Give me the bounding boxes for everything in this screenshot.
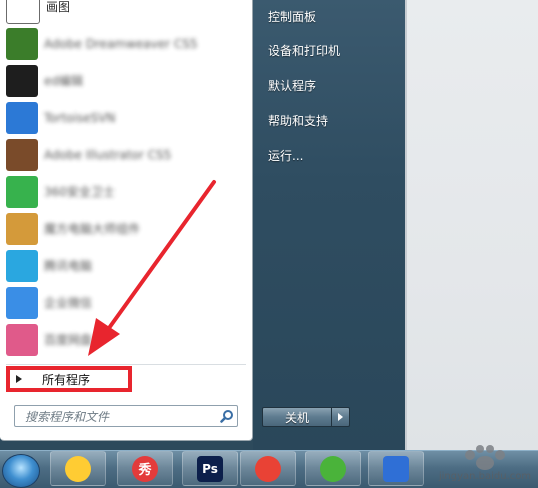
taskbar-button[interactable]	[368, 451, 424, 486]
wps-icon	[383, 455, 409, 482]
desktop-divider	[405, 0, 407, 450]
app-icon	[6, 64, 38, 97]
program-item[interactable]: Adobe Dreamweaver CS5	[0, 25, 252, 62]
program-label: 腾讯电脑	[44, 259, 93, 273]
paw-logo-icon	[465, 445, 505, 470]
photoshop-icon: Ps	[197, 455, 223, 482]
start-menu: 画图 Adobe Dreamweaver CS5 ed编辑 TortoiseSVN Ad…	[0, 0, 405, 450]
program-label: 画图	[46, 0, 71, 14]
green-shield-icon	[6, 175, 38, 208]
help-support-link[interactable]: 帮助和支持	[268, 112, 328, 129]
program-label: 魔方电脑大师组件	[44, 222, 141, 236]
triangle-right-icon	[16, 375, 22, 383]
wecom-icon	[6, 286, 38, 319]
taskbar-button[interactable]: Ps	[182, 451, 238, 486]
ie-refresh-icon	[320, 455, 346, 482]
all-programs-label: 所有程序	[42, 372, 91, 387]
search-icon[interactable]	[217, 406, 237, 426]
devices-printers-link[interactable]: 设备和打印机	[268, 42, 340, 59]
program-item[interactable]: ed编辑	[0, 62, 252, 99]
taskbar-button[interactable]: 秀	[117, 451, 173, 486]
package-icon	[6, 212, 38, 245]
control-panel-link[interactable]: 控制面板	[268, 8, 316, 25]
program-list: 画图 Adobe Dreamweaver CS5 ed编辑 TortoiseSVN Ad…	[0, 0, 252, 358]
program-item[interactable]: 魔方电脑大师组件	[0, 210, 252, 247]
start-menu-left-pane: 画图 Adobe Dreamweaver CS5 ed编辑 TortoiseSVN Ad…	[0, 0, 253, 441]
illustrator-icon	[6, 138, 38, 171]
shutdown-button[interactable]: 关机	[262, 407, 332, 427]
picasa-icon	[65, 455, 91, 482]
program-item[interactable]: 360安全卫士	[0, 173, 252, 210]
program-item[interactable]: 画图	[0, 0, 252, 25]
tencent-icon	[6, 249, 38, 282]
start-menu-right-pane	[253, 0, 405, 450]
shutdown-group: 关机	[262, 407, 350, 427]
program-label: TortoiseSVN	[44, 110, 116, 125]
program-label: 企业微信	[44, 296, 93, 310]
desktop-area	[405, 0, 538, 450]
start-orb-icon[interactable]	[2, 454, 40, 488]
program-label: Adobe Dreamweaver CS5	[44, 36, 198, 51]
program-label: 360安全卫士	[44, 185, 115, 199]
program-label: 百度网盘	[44, 333, 93, 347]
taskbar-button[interactable]	[50, 451, 106, 486]
separator	[6, 364, 246, 365]
program-item[interactable]: Adobe Illustrator CS5	[0, 136, 252, 173]
shutdown-options-button[interactable]	[332, 407, 350, 427]
watermark-text: jingyan.baidu.com	[438, 471, 532, 482]
dreamweaver-icon	[6, 27, 38, 60]
all-programs-button[interactable]: 所有程序	[6, 366, 132, 392]
u-app-icon	[6, 101, 38, 134]
default-programs-link[interactable]: 默认程序	[268, 77, 316, 94]
program-label: ed编辑	[44, 74, 84, 88]
program-item[interactable]: 企业微信	[0, 284, 252, 321]
taskbar-icon-text: Ps	[202, 461, 218, 476]
run-link[interactable]: 运行...	[268, 147, 303, 164]
search-box[interactable]: 搜索程序和文件	[14, 405, 238, 427]
taskbar-button[interactable]	[305, 451, 361, 486]
program-label: Adobe Illustrator CS5	[44, 147, 172, 162]
program-item[interactable]: TortoiseSVN	[0, 99, 252, 136]
paint-icon	[6, 0, 40, 24]
chrome-icon	[255, 455, 281, 482]
taskbar-icon-text: 秀	[138, 463, 152, 478]
program-item[interactable]: 百度网盘	[0, 321, 252, 358]
cloud-icon	[6, 323, 38, 356]
meitu-xiuxiu-icon: 秀	[132, 455, 158, 482]
watermark: jingyan.baidu.com	[435, 420, 535, 482]
taskbar-button[interactable]	[240, 451, 296, 486]
search-placeholder[interactable]: 搜索程序和文件	[25, 408, 217, 425]
chevron-right-icon	[338, 413, 343, 421]
program-item[interactable]: 腾讯电脑	[0, 247, 252, 284]
